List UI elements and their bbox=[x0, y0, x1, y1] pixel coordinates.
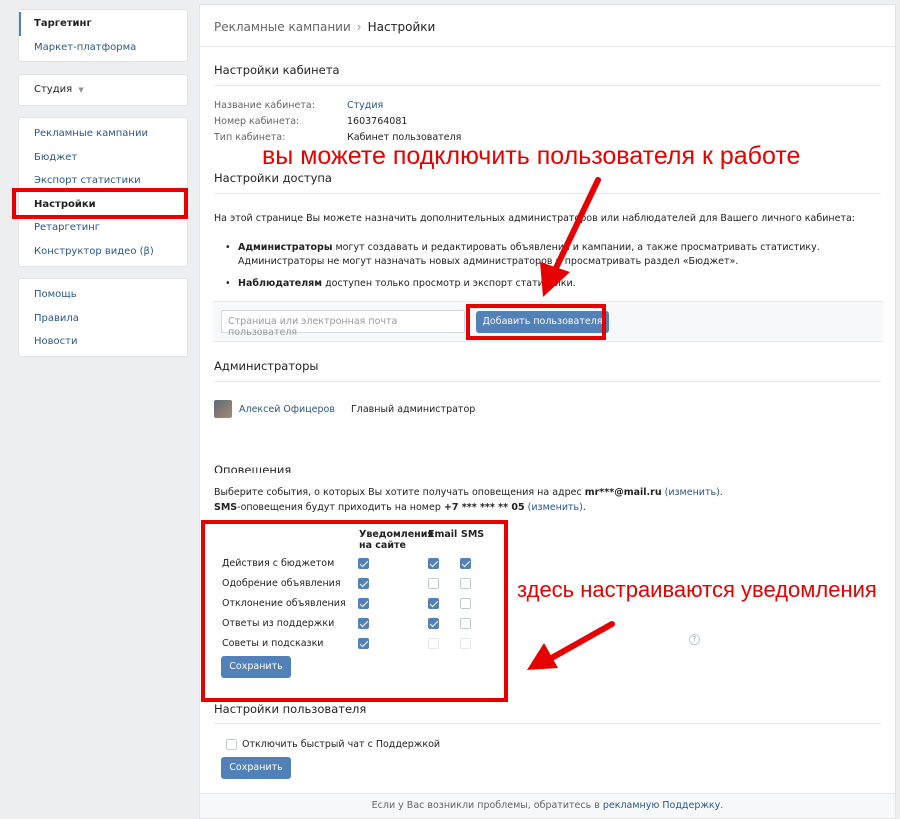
breadcrumb: Рекламные кампании › Настройки bbox=[200, 5, 895, 47]
sidebar-item-campaigns[interactable]: Рекламные кампании bbox=[19, 122, 187, 146]
sidebar-item-targeting[interactable]: Таргетинг bbox=[19, 12, 187, 36]
sidebar-item-budget[interactable]: Бюджет bbox=[19, 146, 187, 170]
sidebar-item-rules[interactable]: Правила bbox=[19, 307, 187, 331]
notifications-sms-line: SMS-оповещения будут приходить на номер … bbox=[214, 502, 586, 513]
sidebar-group-main: Таргетинг Маркет-платформа bbox=[18, 9, 188, 62]
user-settings-title: Настройки пользователя bbox=[214, 702, 367, 716]
sms-line-text: -оповещения будут приходить на номер bbox=[237, 502, 444, 513]
disable-chat-label: Отключить быстрый чат с Поддержкой bbox=[242, 739, 441, 750]
email-line-end: . bbox=[719, 487, 723, 498]
sms-line-end: . bbox=[582, 502, 586, 513]
breadcrumb-campaigns[interactable]: Рекламные кампании bbox=[214, 20, 351, 34]
divider bbox=[214, 723, 881, 724]
account-switcher[interactable]: Студия ▼ bbox=[18, 74, 188, 106]
observers-bold: Наблюдателям bbox=[238, 278, 323, 289]
support-link[interactable]: рекламную Поддержку bbox=[603, 800, 720, 811]
observers-text: доступен только просмотр и экспорт стати… bbox=[322, 278, 576, 289]
admins-title: Администраторы bbox=[214, 359, 319, 373]
cabinet-type-value: Кабинет пользователя bbox=[347, 132, 462, 140]
footer: Если у Вас возникли проблемы, обратитесь… bbox=[200, 793, 895, 818]
avatar[interactable] bbox=[214, 400, 232, 418]
admins-bold: Администраторы bbox=[238, 242, 333, 253]
divider bbox=[214, 193, 881, 194]
add-user-highlight-box bbox=[466, 304, 606, 340]
cabinet-type-label: Тип кабинета: bbox=[214, 132, 286, 140]
admins-text2: Администраторы не могут назначать новых … bbox=[238, 256, 739, 267]
save-user-settings-button[interactable]: Сохранить bbox=[221, 757, 291, 779]
admin-name-link[interactable]: Алексей Офицеров bbox=[239, 404, 335, 415]
change-phone-link[interactable]: (изменить) bbox=[528, 502, 583, 513]
access-intro: На этой странице Вы можете назначить доп… bbox=[214, 213, 855, 224]
sidebar-item-video-builder[interactable]: Конструктор видео (β) bbox=[19, 240, 187, 264]
sidebar-group-help: Помощь Правила Новости bbox=[18, 278, 188, 357]
notifications-title: Оповещения bbox=[214, 463, 292, 473]
sidebar-item-help[interactable]: Помощь bbox=[19, 283, 187, 307]
cabinet-settings-title: Настройки кабинета bbox=[214, 63, 340, 77]
main-panel: Рекламные кампании › Настройки Настройки к… bbox=[199, 4, 896, 819]
admins-description: Администраторы могут создавать и редакти… bbox=[225, 241, 820, 269]
notifications-email-line: Выберите события, о которых Вы хотите по… bbox=[214, 487, 723, 498]
disable-chat-checkbox[interactable] bbox=[226, 739, 237, 750]
settings-highlight-box bbox=[12, 188, 188, 219]
annotation-top: вы можете подключить пользователя к рабо… bbox=[262, 142, 801, 170]
email-line-text: Выберите события, о которых Вы хотите по… bbox=[214, 487, 585, 498]
notifications-highlight-box bbox=[201, 520, 508, 702]
account-name: Студия bbox=[34, 84, 73, 95]
observers-description: Наблюдателям доступен только просмотр и … bbox=[225, 277, 576, 291]
admin-role: Главный администратор bbox=[351, 404, 476, 415]
chevron-down-icon: ▼ bbox=[78, 86, 84, 94]
sidebar-item-retargeting[interactable]: Ретаргетинг bbox=[19, 216, 187, 240]
footer-text: Если у Вас возникли проблемы, обратитесь… bbox=[371, 800, 603, 811]
user-search-input[interactable]: Страница или электронная почта пользоват… bbox=[221, 310, 465, 338]
access-settings-title: Настройки доступа bbox=[214, 171, 332, 185]
cabinet-number-label: Номер кабинета: bbox=[214, 116, 300, 127]
cabinet-name-label: Название кабинета: bbox=[214, 100, 315, 111]
sidebar-item-market[interactable]: Маркет-платформа bbox=[19, 36, 187, 60]
breadcrumb-separator: › bbox=[356, 20, 362, 34]
admins-text: могут создавать и редактировать объявлен… bbox=[332, 242, 820, 253]
change-email-link[interactable]: (изменить) bbox=[665, 487, 720, 498]
breadcrumb-current: Настройки bbox=[367, 20, 436, 34]
divider bbox=[214, 85, 881, 86]
help-icon[interactable]: ? bbox=[689, 634, 700, 645]
sidebar-item-news[interactable]: Новости bbox=[19, 330, 187, 354]
cabinet-number-value: 1603764081 bbox=[347, 116, 408, 127]
notification-email: mr***@mail.ru bbox=[584, 487, 662, 498]
cabinet-name-value[interactable]: Студия bbox=[347, 100, 383, 111]
annotation-right: здесь настраиваются уведомления bbox=[517, 577, 877, 602]
footer-end: . bbox=[720, 800, 724, 811]
sms-bold: SMS bbox=[214, 502, 238, 513]
divider bbox=[214, 381, 881, 382]
notification-phone: +7 *** *** ** 05 bbox=[443, 502, 525, 513]
